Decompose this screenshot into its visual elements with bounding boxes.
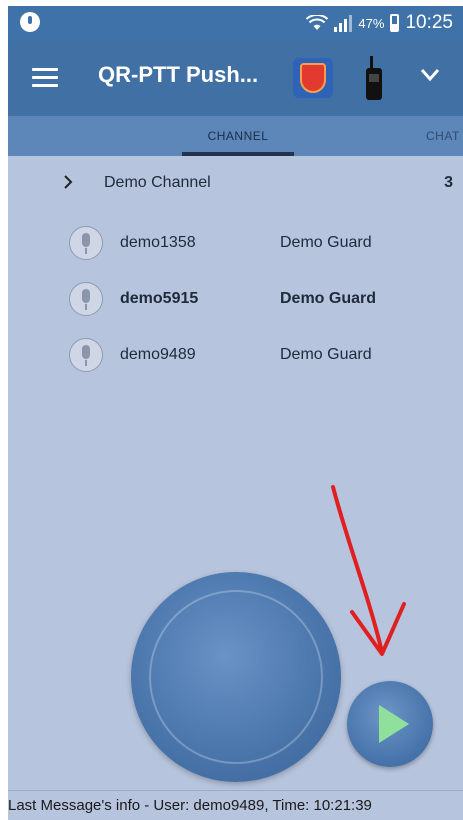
walkie-talkie-icon[interactable]: [365, 56, 383, 100]
chevron-down-icon[interactable]: [420, 68, 440, 82]
app-bar: QR-PTT Push...: [8, 40, 463, 116]
last-message-info-bar: Last Message's info - User: demo9489, Ti…: [8, 790, 463, 820]
ptt-inner-ring: [149, 590, 323, 764]
channel-row[interactable]: Demo Channel 3: [8, 168, 463, 198]
status-bar: 47% 10:25: [8, 6, 463, 40]
member-name: demo5915: [120, 290, 199, 307]
microphone-icon: [69, 338, 103, 372]
shield-badge-icon[interactable]: [293, 58, 333, 98]
member-row[interactable]: demo9489 Demo Guard: [8, 338, 463, 374]
tab-channel[interactable]: CHANNEL: [182, 116, 294, 156]
member-row[interactable]: demo1358 Demo Guard: [8, 226, 463, 262]
member-row[interactable]: demo5915 Demo Guard: [8, 282, 463, 318]
status-indicators: 47% 10:25: [306, 11, 453, 35]
wifi-icon: [306, 15, 329, 30]
member-name: demo1358: [120, 234, 196, 251]
menu-icon[interactable]: [32, 68, 58, 88]
play-icon: [379, 705, 409, 743]
phone-screen: 47% 10:25 QR-PTT Push... CHANNEL CHAT De…: [8, 6, 463, 820]
tab-selected-indicator: [182, 152, 294, 156]
microphone-icon: [69, 226, 103, 260]
member-name: demo9489: [120, 346, 196, 363]
tab-bar: CHANNEL CHAT: [8, 116, 463, 156]
member-role: Demo Guard: [280, 234, 372, 251]
play-button[interactable]: [347, 681, 433, 767]
battery-percent: 47%: [358, 15, 385, 31]
microphone-icon: [69, 282, 103, 316]
last-message-info: Last Message's info - User: demo9489, Ti…: [8, 797, 372, 814]
clock: 10:25: [405, 12, 453, 33]
signal-icon: [334, 14, 353, 32]
member-role: Demo Guard: [280, 346, 372, 363]
notification-icon: [20, 12, 40, 32]
member-role: Demo Guard: [280, 290, 377, 307]
channel-name: Demo Channel: [104, 174, 211, 191]
battery-icon: [390, 14, 400, 32]
tab-chat[interactable]: CHAT: [426, 116, 460, 156]
app-title: QR-PTT Push...: [98, 62, 259, 87]
channel-member-count: 3: [444, 174, 453, 191]
annotation-arrow: [331, 485, 406, 656]
chevron-right-icon[interactable]: [63, 174, 73, 190]
push-to-talk-button[interactable]: [131, 572, 341, 782]
